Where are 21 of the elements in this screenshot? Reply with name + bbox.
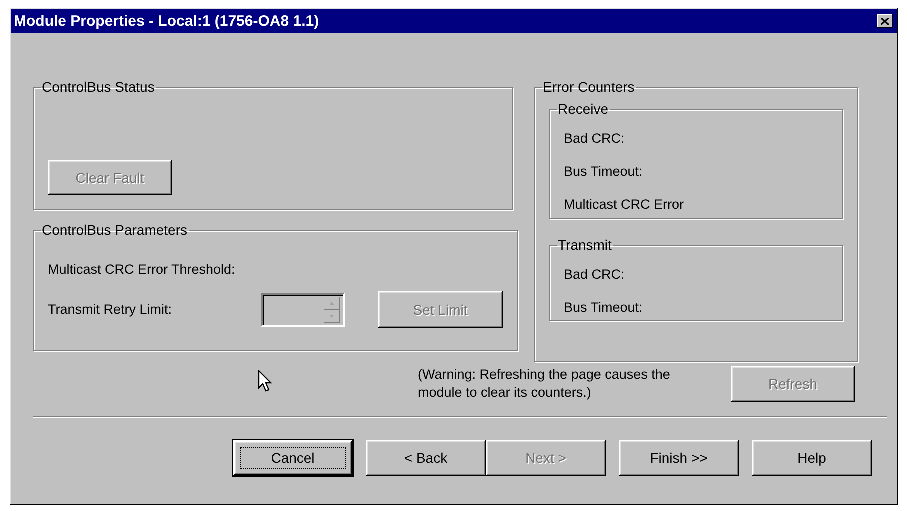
counter-label: Bad CRC: <box>564 131 626 148</box>
counter-label: Multicast CRC Error <box>564 197 686 214</box>
group-title: ControlBus Parameters <box>41 222 189 238</box>
wizard-button[interactable]: Help <box>752 440 872 476</box>
counter-label: Bus Timeout: <box>564 164 644 181</box>
wizard-button[interactable]: Finish >> <box>619 440 739 476</box>
group-title: ControlBus Status <box>41 79 156 95</box>
mouse-pointer-icon <box>258 370 274 394</box>
field-label: Multicast CRC Error Threshold: <box>48 262 236 277</box>
counter-label: Bus Timeout: <box>564 300 644 317</box>
close-icon <box>881 18 889 24</box>
window-title: Module Properties - Local:1 (1756-OA8 1.1) <box>14 12 320 30</box>
wizard-button[interactable]: < Back <box>366 440 486 476</box>
close-button[interactable] <box>877 14 893 28</box>
group-title: Transmit <box>557 237 613 253</box>
wizard-button[interactable]: Cancel <box>233 440 353 476</box>
group-title: Error Counters <box>542 79 636 95</box>
counter-label: Bad CRC: <box>564 267 626 284</box>
field-label: Transmit Retry Limit: <box>48 302 174 317</box>
group-title: Receive <box>557 101 610 117</box>
warning-text: (Warning: Refreshing the page causes the module to clear its counters.) <box>418 366 672 402</box>
